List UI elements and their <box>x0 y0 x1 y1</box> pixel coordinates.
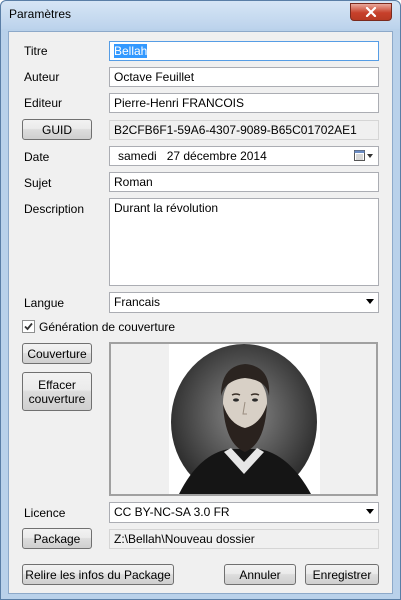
date-picker[interactable]: samedi 27 décembre 2014 <box>109 146 379 166</box>
label-description: Description <box>24 202 85 216</box>
sujet-input[interactable]: Roman <box>109 172 379 192</box>
label-licence: Licence <box>24 506 66 520</box>
dialog-body: Titre Bellah Auteur Octave Feuillet Edit… <box>8 31 393 594</box>
date-value: 27 décembre 2014 <box>166 149 267 163</box>
cover-image-frame <box>109 342 378 496</box>
description-textarea[interactable]: Durant la révolution <box>109 198 379 286</box>
date-weekday: samedi <box>118 149 157 163</box>
generation-couverture-label: Génération de couverture <box>39 320 176 334</box>
label-auteur: Auteur <box>24 70 60 84</box>
relire-infos-package-button[interactable]: Relire les infos du Package <box>22 564 174 585</box>
auteur-input[interactable]: Octave Feuillet <box>109 67 379 87</box>
close-icon <box>365 6 377 18</box>
chevron-down-icon <box>366 299 374 304</box>
guid-button[interactable]: GUID <box>22 119 92 140</box>
annuler-button[interactable]: Annuler <box>224 564 296 585</box>
calendar-dropdown-icon[interactable] <box>354 150 374 165</box>
generation-couverture-checkbox[interactable] <box>22 320 35 333</box>
close-button[interactable] <box>350 3 392 21</box>
package-button[interactable]: Package <box>22 528 92 549</box>
title-bar[interactable]: Paramètres <box>1 1 400 29</box>
chevron-down-icon <box>366 509 374 514</box>
label-editeur: Editeur <box>24 96 63 110</box>
label-date: Date <box>24 150 50 164</box>
dialog-window: Paramètres Titre Bellah Auteur Octave Fe… <box>0 0 401 600</box>
titre-input[interactable]: Bellah <box>109 41 379 61</box>
effacer-couverture-button[interactable]: Effacer couverture <box>22 372 92 411</box>
editeur-input[interactable]: Pierre-Henri FRANCOIS <box>109 93 379 113</box>
package-path-field: Z:\Bellah\Nouveau dossier <box>109 529 379 549</box>
licence-value: CC BY-NC-SA 3.0 FR <box>114 505 230 519</box>
langue-select[interactable]: Francais <box>109 292 379 313</box>
enregistrer-button[interactable]: Enregistrer <box>305 564 379 585</box>
label-sujet: Sujet <box>24 176 52 190</box>
effacer-line2: couverture <box>28 391 86 406</box>
couverture-button[interactable]: Couverture <box>22 343 92 364</box>
guid-field: B2CFB6F1-59A6-4307-9089-B65C01702AE1 <box>109 120 379 140</box>
licence-select[interactable]: CC BY-NC-SA 3.0 FR <box>109 502 379 523</box>
window-title: Paramètres <box>9 7 72 21</box>
langue-value: Francais <box>114 295 161 309</box>
label-langue: Langue <box>24 296 65 310</box>
label-titre: Titre <box>24 44 48 58</box>
effacer-line1: Effacer <box>38 377 76 392</box>
cover-portrait <box>169 344 320 494</box>
titre-value: Bellah <box>114 44 148 58</box>
checkmark-icon <box>24 322 33 331</box>
